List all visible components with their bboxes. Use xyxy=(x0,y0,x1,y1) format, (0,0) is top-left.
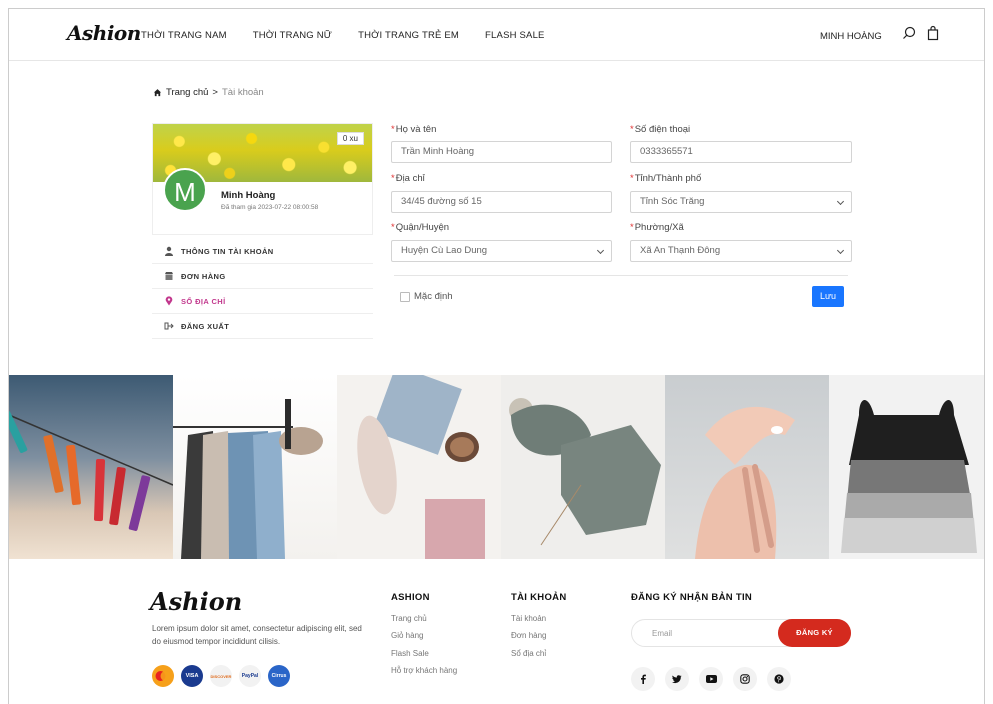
gallery-image-hand-cream[interactable] xyxy=(665,375,829,559)
footer-col-account-title: TÀI KHOẢN xyxy=(511,592,567,603)
breadcrumb: Trang chủ > Tài khoản xyxy=(153,87,264,98)
youtube-icon[interactable] xyxy=(699,667,723,691)
province-label: *Tỉnh/Thành phố xyxy=(630,173,702,184)
nav-item-kids[interactable]: THỜI TRANG TRẺ EM xyxy=(358,30,459,41)
sidebar-item-label: SỔ ĐỊA CHỈ xyxy=(181,296,226,306)
breadcrumb-current: Tài khoản xyxy=(221,87,264,98)
email-placeholder: Email xyxy=(652,629,673,638)
brand-logo[interactable]: Ashion xyxy=(67,21,141,45)
instagram-icon[interactable] xyxy=(733,667,757,691)
twitter-icon[interactable] xyxy=(665,667,689,691)
nav-item-flash-sale[interactable]: FLASH SALE xyxy=(485,30,545,41)
page: Ashion THỜI TRANG NAM THỜI TRANG NỮ THỜI… xyxy=(8,8,985,704)
footer-link-cart[interactable]: Giỏ hàng xyxy=(391,631,423,640)
gallery-image-clothespins[interactable] xyxy=(9,375,173,559)
default-address-checkbox[interactable] xyxy=(400,292,410,302)
user-icon xyxy=(165,246,173,256)
save-button[interactable]: Lưu xyxy=(812,286,844,307)
clothes-rack-image xyxy=(173,399,323,559)
footer-link-home[interactable]: Trang chủ xyxy=(391,614,427,623)
district-label: *Quận/Huyện xyxy=(391,222,450,233)
hand-cream-image xyxy=(695,406,795,559)
phone-field[interactable]: 0333365571 xyxy=(630,141,852,163)
subscribe-button[interactable]: ĐĂNG KÝ xyxy=(778,619,851,647)
gallery-image-clothes-rack[interactable] xyxy=(173,375,337,559)
gallery-image-baby-knitwear[interactable] xyxy=(501,375,665,559)
map-pin-icon xyxy=(165,296,173,306)
footer-link-support[interactable]: Hỗ trợ khách hàng xyxy=(391,666,457,675)
address-label: *Địa chỉ xyxy=(391,173,425,184)
footer-col-ashion-title: ASHION xyxy=(391,592,430,603)
home-icon xyxy=(153,89,162,97)
form-divider xyxy=(394,275,848,276)
mastercard-icon xyxy=(152,665,174,687)
ward-label: *Phường/Xã xyxy=(630,222,684,233)
newsletter-email-input[interactable]: Email ĐĂNG KÝ xyxy=(631,619,851,647)
profile-joined-date: Đã tham gia 2023-07-22 08:00:58 xyxy=(221,204,319,211)
sidebar-item-label: THÔNG TIN TÀI KHOẢN xyxy=(181,246,274,256)
sidebar-item-label: ĐĂNG XUẤT xyxy=(181,321,230,331)
nav-item-women[interactable]: THỜI TRANG NỮ xyxy=(253,30,332,41)
footer-description: Lorem ipsum dolor sit amet, consectetur … xyxy=(152,624,362,646)
ward-select[interactable]: Xã An Thạnh Đông xyxy=(630,240,852,262)
search-icon[interactable] xyxy=(901,25,917,41)
facebook-icon[interactable] xyxy=(631,667,655,691)
sidebar-item-orders[interactable]: ĐƠN HÀNG xyxy=(152,264,373,289)
nav-item-men[interactable]: THỜI TRANG NAM xyxy=(141,30,227,41)
tank-tops-image xyxy=(841,400,977,553)
avatar: M xyxy=(163,168,207,212)
footer-link-orders[interactable]: Đơn hàng xyxy=(511,631,547,640)
phone-label: *Số điện thoại xyxy=(630,124,691,135)
site-header: Ashion THỜI TRANG NAM THỜI TRANG NỮ THỜI… xyxy=(9,9,984,61)
breadcrumb-home[interactable]: Trang chủ xyxy=(166,87,208,98)
footer-link-flash-sale[interactable]: Flash Sale xyxy=(391,649,429,658)
sidebar-item-address-book[interactable]: SỔ ĐỊA CHỈ xyxy=(152,289,373,314)
fullname-label: *Họ và tên xyxy=(391,124,437,135)
footer-link-address-book[interactable]: Sổ địa chỉ xyxy=(511,649,546,658)
sidebar-item-label: ĐƠN HÀNG xyxy=(181,271,226,281)
fullname-field[interactable]: Trần Minh Hoàng xyxy=(391,141,612,163)
gallery-image-tank-tops[interactable] xyxy=(829,375,984,559)
coin-badge: 0 xu xyxy=(336,132,364,145)
main-nav: THỜI TRANG NAM THỜI TRANG NỮ THỜI TRANG … xyxy=(141,30,545,41)
sign-out-icon xyxy=(164,322,174,330)
gallery-image-knitting[interactable] xyxy=(337,375,501,559)
breadcrumb-separator: > xyxy=(212,87,218,98)
district-select[interactable]: Huyện Cù Lao Dung xyxy=(391,240,612,262)
newsletter-title: ĐĂNG KÝ NHẬN BẢN TIN xyxy=(631,592,753,603)
clothespins-image xyxy=(9,411,173,531)
baby-knitwear-image xyxy=(509,398,661,546)
discover-icon: DISCOVER xyxy=(210,665,232,687)
profile-card: 0 xu M Minh Hoàng Đã tham gia 2023-07-22… xyxy=(152,123,373,235)
paypal-icon: PayPal xyxy=(239,665,261,687)
instagram-gallery xyxy=(9,375,984,559)
pinterest-icon[interactable] xyxy=(767,667,791,691)
social-links xyxy=(631,667,791,691)
sidebar-item-account-info[interactable]: THÔNG TIN TÀI KHOẢN xyxy=(152,239,373,264)
payment-methods: VISA DISCOVER PayPal Cirrus xyxy=(152,665,290,687)
visa-icon: VISA xyxy=(181,665,203,687)
account-menu: THÔNG TIN TÀI KHOẢN ĐƠN HÀNG SỔ ĐỊA CHỈ … xyxy=(152,239,373,339)
knitting-image xyxy=(357,375,485,559)
account-link[interactable]: MINH HOÀNG xyxy=(820,31,882,42)
profile-name: Minh Hoàng xyxy=(221,190,276,201)
shopping-bag-icon[interactable] xyxy=(925,25,941,41)
footer-logo[interactable]: Ashion xyxy=(150,587,242,616)
province-select[interactable]: Tỉnh Sóc Trăng xyxy=(630,191,852,213)
default-address-label[interactable]: Mặc định xyxy=(414,291,453,302)
store-icon xyxy=(165,272,173,280)
cirrus-icon: Cirrus xyxy=(268,665,290,687)
sidebar-item-logout[interactable]: ĐĂNG XUẤT xyxy=(152,314,373,339)
address-field[interactable]: 34/45 đường số 15 xyxy=(391,191,612,213)
footer-link-account[interactable]: Tài khoản xyxy=(511,614,546,623)
